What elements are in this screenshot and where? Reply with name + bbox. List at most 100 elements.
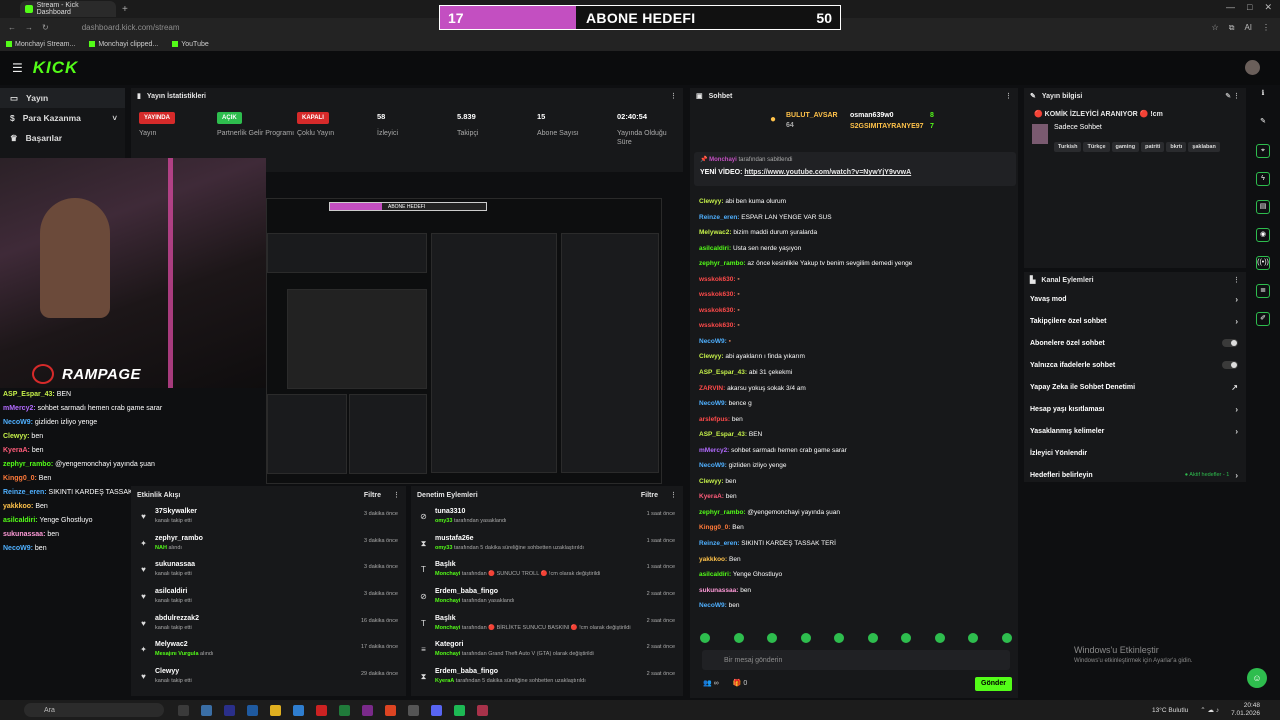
chat-username[interactable]: Kingg0_0: bbox=[699, 524, 730, 531]
toggle-switch[interactable] bbox=[1222, 339, 1238, 347]
chat-username[interactable]: arslefpus: bbox=[699, 416, 730, 423]
pencil-icon[interactable]: ✎ bbox=[1256, 116, 1270, 130]
opera-icon[interactable] bbox=[316, 704, 327, 716]
chat-input[interactable]: Bir mesaj gönderin bbox=[702, 650, 1010, 670]
send-button[interactable]: Gönder bbox=[975, 677, 1012, 691]
sidebar-item-monetization[interactable]: $ Para Kazanma ˅ bbox=[0, 108, 125, 128]
avatar[interactable] bbox=[1245, 60, 1260, 75]
chat-username[interactable]: ZARVIN: bbox=[699, 385, 725, 392]
hamburger-menu-icon[interactable]: ☰ bbox=[12, 61, 23, 75]
channel-action-row[interactable]: Hedefleri belirleyin ● Aktif hedefler - 1… bbox=[1024, 464, 1246, 486]
activity-row[interactable]: ✦ Melywac2 Mesajını Vurgula alındı 17 dakik… bbox=[131, 637, 406, 664]
moderation-row[interactable]: T Başlık Monchayi tarafından 🔴 BİRLİKTE SU… bbox=[411, 611, 683, 638]
tag-chip[interactable]: Türkçe bbox=[1083, 142, 1110, 152]
chat-username[interactable]: wsskok630: bbox=[699, 322, 736, 329]
chat-message[interactable]: asilcaldiri: Usta sen nerde yaşıyon bbox=[699, 241, 1017, 257]
ai-button[interactable]: AI bbox=[1244, 23, 1252, 33]
filter-button[interactable]: Filtre bbox=[641, 492, 658, 499]
menu-icon[interactable]: ⋮ bbox=[1262, 23, 1270, 33]
emote-icon[interactable] bbox=[1001, 633, 1012, 643]
gifter-name[interactable]: S2GSIMITAYRANYE97 bbox=[850, 123, 924, 130]
more-options-icon[interactable]: ⋮ bbox=[1233, 276, 1240, 284]
chat-message[interactable]: NecoW9: gizliden izliyo yenge bbox=[699, 458, 1017, 474]
app-icon[interactable] bbox=[201, 704, 212, 716]
bolt-icon[interactable]: ϟ bbox=[1256, 172, 1270, 186]
chat-message[interactable]: asilcaldiri: Yenge Ghostluyo bbox=[699, 567, 1017, 583]
chat-username[interactable]: Reinze_eren: bbox=[699, 214, 739, 221]
edit-icon[interactable]: ✎ ⋮ bbox=[1225, 92, 1240, 100]
activity-row[interactable]: ✦ zephyr_rambo NAH alındı 3 dakika önce bbox=[131, 531, 406, 558]
channel-action-row[interactable]: Takipçilere özel sohbet › bbox=[1024, 310, 1246, 332]
chat-message[interactable]: zephyr_rambo: az önce kesinlikle Yakup t… bbox=[699, 256, 1017, 272]
chat-username[interactable]: mMercy2: bbox=[699, 447, 729, 454]
chat-username[interactable]: Clewyy: bbox=[699, 478, 724, 485]
chat-message[interactable]: wsskok630: ▪ bbox=[699, 287, 1017, 303]
activity-row[interactable]: ♥ sukunassaa kanalı takip etti 3 dakika önc… bbox=[131, 557, 406, 584]
chat-username[interactable]: KyeraA: bbox=[699, 493, 724, 500]
activity-row[interactable]: ♥ asilcaldiri kanalı takip etti 3 dakika ön… bbox=[131, 584, 406, 611]
chat-message[interactable]: arslefpus: ben bbox=[699, 412, 1017, 428]
premiere-icon[interactable] bbox=[224, 704, 235, 716]
chat-message[interactable]: mMercy2: sohbet sarmadı hemen crab game … bbox=[699, 443, 1017, 459]
broadcast-icon[interactable]: ((•)) bbox=[1256, 256, 1270, 270]
chat-username[interactable]: NecoW9: bbox=[699, 400, 727, 407]
discord-icon[interactable] bbox=[431, 704, 442, 716]
chat-username[interactable]: zephyr_rambo: bbox=[699, 509, 746, 516]
emote-icon[interactable] bbox=[700, 633, 710, 643]
emote-icon[interactable] bbox=[834, 633, 845, 643]
chat-message[interactable]: ZARVIN: akarsu yokuş sokak 3/4 am bbox=[699, 381, 1017, 397]
channel-action-row[interactable]: Yalnızca ifadelerle sohbet bbox=[1024, 354, 1246, 376]
more-options-icon[interactable]: ⋮ bbox=[1005, 92, 1012, 100]
more-options-icon[interactable]: ⋮ bbox=[393, 491, 400, 499]
emote-icon[interactable] bbox=[767, 633, 778, 643]
bookmark-item[interactable]: Monchayi Stream... bbox=[6, 41, 75, 48]
channel-action-row[interactable]: Hesap yaşı kısıtlaması › bbox=[1024, 398, 1246, 420]
chat-username[interactable]: Clewyy: bbox=[699, 353, 724, 360]
chat-message[interactable]: wsskok630: ▪ bbox=[699, 303, 1017, 319]
app-icon[interactable] bbox=[362, 704, 373, 716]
channel-action-row[interactable]: Yasaklanmış kelimeler › bbox=[1024, 420, 1246, 442]
chat-username[interactable]: wsskok630: bbox=[699, 276, 736, 283]
chat-username[interactable]: yakkkoo: bbox=[699, 556, 727, 563]
emote-icon[interactable] bbox=[733, 633, 744, 643]
emote-icon[interactable] bbox=[934, 633, 945, 643]
tag-chip[interactable]: bkrtı bbox=[1166, 142, 1187, 152]
activity-row[interactable]: ♥ Clewyy kanalı takip etti 29 dakika önce bbox=[131, 664, 406, 691]
tag-chip[interactable]: Turkish bbox=[1054, 142, 1082, 152]
spotify-icon[interactable] bbox=[454, 704, 465, 716]
filter-button[interactable]: Filtre bbox=[364, 492, 381, 499]
document-icon[interactable]: ▤ bbox=[1256, 200, 1270, 214]
minimize-icon[interactable]: — bbox=[1226, 2, 1235, 13]
gifter-name[interactable]: osman639w0 bbox=[850, 112, 894, 119]
chat-message[interactable]: sukunassaa: ben bbox=[699, 583, 1017, 599]
list-icon[interactable]: ≣ bbox=[1256, 284, 1270, 298]
chat-username[interactable]: NecoW9: bbox=[699, 338, 727, 345]
pinned-link[interactable]: https://www.youtube.com/watch?v=NywYjY9v… bbox=[744, 169, 911, 176]
photoshop-icon[interactable] bbox=[247, 704, 258, 716]
app-icon[interactable] bbox=[477, 704, 488, 716]
moderation-row[interactable]: ⧗ Erdem_baba_fingo KyeraA tarafından 5 dak… bbox=[411, 664, 683, 691]
chat-username[interactable]: asilcaldiri: bbox=[699, 245, 731, 252]
chat-message[interactable]: ASP_Espar_43: BEN bbox=[699, 427, 1017, 443]
url-field[interactable]: dashboard.kick.com/stream bbox=[82, 23, 180, 32]
chat-username[interactable]: wsskok630: bbox=[699, 291, 736, 298]
word-icon[interactable] bbox=[293, 704, 304, 716]
more-options-icon[interactable]: ⋮ bbox=[670, 491, 677, 499]
chat-username[interactable]: zephyr_rambo: bbox=[699, 260, 746, 267]
emote-icon[interactable] bbox=[968, 633, 979, 643]
chat-message[interactable]: wsskok630: ▪ bbox=[699, 272, 1017, 288]
info-icon[interactable]: ℹ bbox=[1256, 88, 1270, 102]
tray-icons[interactable]: ⌃ ☁ ♪ bbox=[1200, 706, 1219, 714]
sidebar-item-stream[interactable]: ▭ Yayın bbox=[0, 88, 125, 108]
chat-username[interactable]: wsskok630: bbox=[699, 307, 736, 314]
reload-icon[interactable]: ↻ bbox=[42, 23, 49, 32]
weather[interactable]: 13°C Bulutlu bbox=[1152, 707, 1188, 714]
chat-username[interactable]: ASP_Espar_43: bbox=[699, 431, 747, 438]
excel-icon[interactable] bbox=[339, 704, 350, 716]
channel-action-row[interactable]: Yavaş mod › bbox=[1024, 288, 1246, 310]
chat-username[interactable]: NecoW9: bbox=[699, 462, 727, 469]
star-icon[interactable]: ☆ bbox=[1212, 23, 1219, 33]
channel-action-row[interactable]: Abonelere özel sohbet bbox=[1024, 332, 1246, 354]
moderation-row[interactable]: ⧗ mustafa26e omy33 tarafından 5 dakika sür… bbox=[411, 531, 683, 558]
more-options-icon[interactable]: ⋮ bbox=[670, 92, 677, 100]
